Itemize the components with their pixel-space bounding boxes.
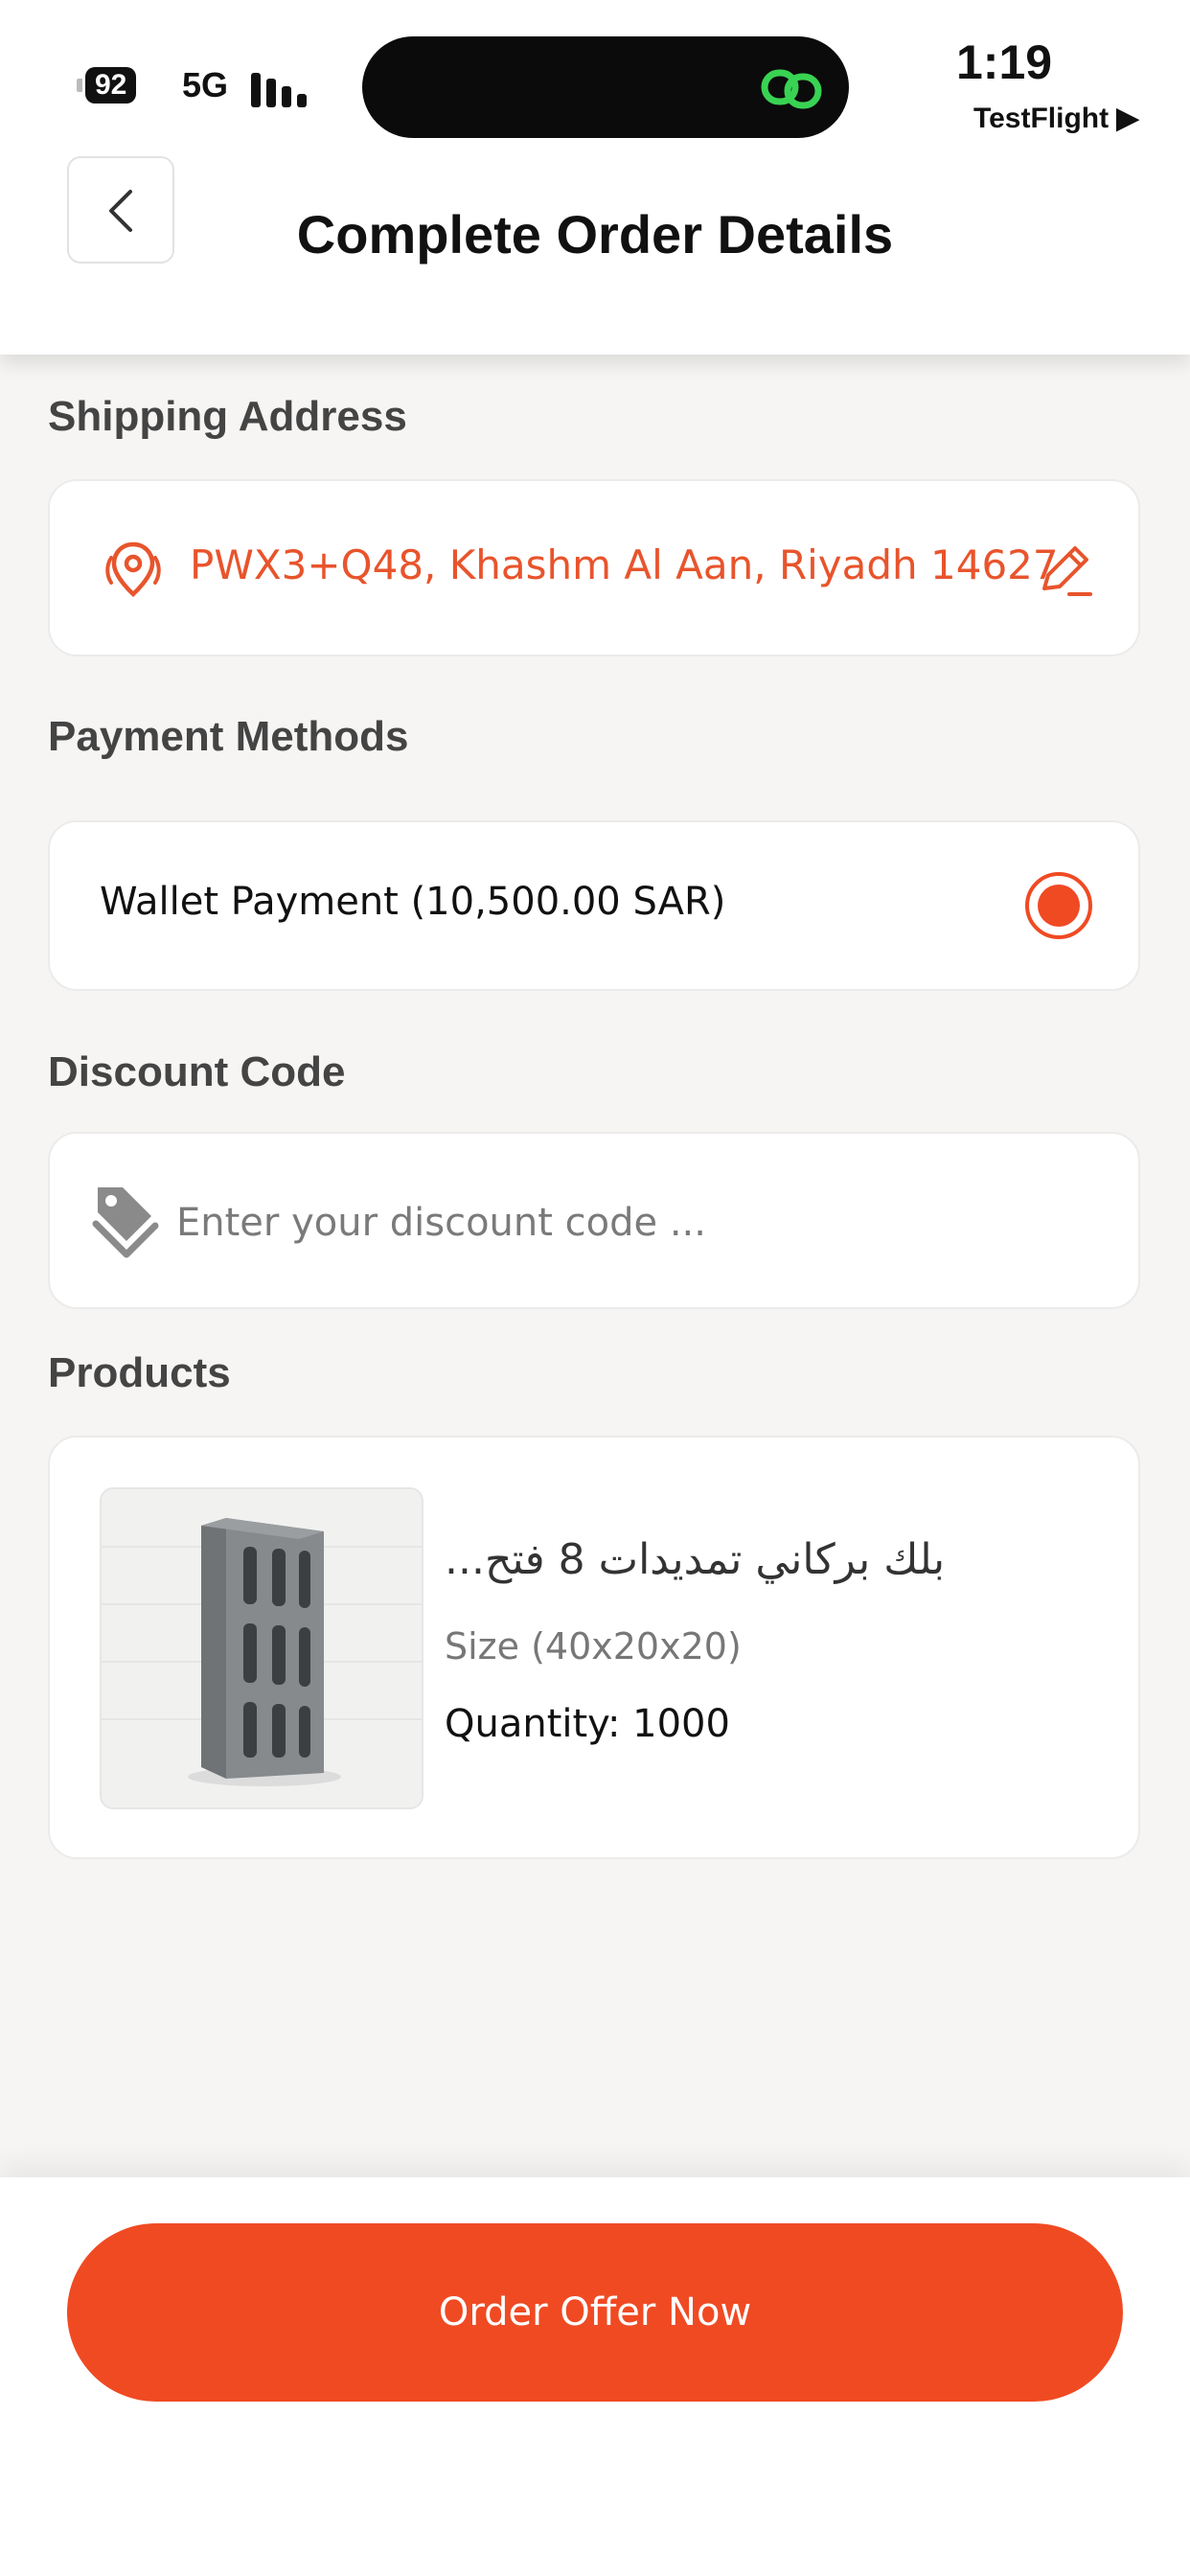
order-offer-now-button[interactable]: Order Offer Now [67,2223,1123,2402]
concrete-block-image [102,1489,422,1807]
product-size: Size (40x20x20) [445,1625,742,1668]
link-icon [761,69,822,109]
product-name: بلك بركاني تمديدات 8 فتح... [445,1535,946,1584]
payment-methods-heading: Payment Methods [48,713,409,760]
page-title: Complete Order Details [296,204,894,264]
signal-icon [251,69,318,107]
network-type: 5G [182,65,229,104]
product-image [100,1487,423,1809]
battery-level: 92 [85,67,137,104]
battery-nub [77,79,82,92]
discount-code-heading: Discount Code [48,1048,346,1095]
discount-code-input[interactable] [174,1184,1098,1262]
product-card[interactable]: بلك بركاني تمديدات 8 فتح... Size (40x20x… [48,1436,1140,1859]
page-header: Complete Order Details [0,144,1190,355]
product-quantity: Quantity: 1000 [445,1702,730,1746]
back-to-app-link[interactable]: TestFlight ▶ [973,102,1139,135]
edit-pencil-icon[interactable] [1035,540,1096,602]
location-pin-icon [105,541,161,598]
payment-option-wallet[interactable]: Wallet Payment (10,500.00 SAR) [48,820,1140,991]
top-area: 92 5G 1:19 TestFlight ▶ Complete Order D… [0,0,1190,355]
payment-radio-selected[interactable] [1025,872,1092,939]
bottom-action-bar: Order Offer Now [0,2177,1190,2576]
status-time: 1:19 [956,35,1053,89]
status-bar: 92 5G 1:19 TestFlight ▶ [0,0,1190,144]
payment-option-label: Wallet Payment (10,500.00 SAR) [100,880,726,924]
shipping-address-card[interactable]: PWX3+Q48, Khashm Al Aan, Riyadh 14627 [48,479,1140,656]
battery-indicator: 92 [77,67,137,104]
radio-dot [1038,885,1080,927]
shipping-address-text: PWX3+Q48, Khashm Al Aan, Riyadh 14627 [190,541,1059,588]
discount-code-card [48,1132,1140,1309]
dynamic-island [362,36,849,138]
price-tag-icon [92,1187,159,1258]
shipping-address-heading: Shipping Address [48,393,407,440]
products-heading: Products [48,1349,231,1396]
